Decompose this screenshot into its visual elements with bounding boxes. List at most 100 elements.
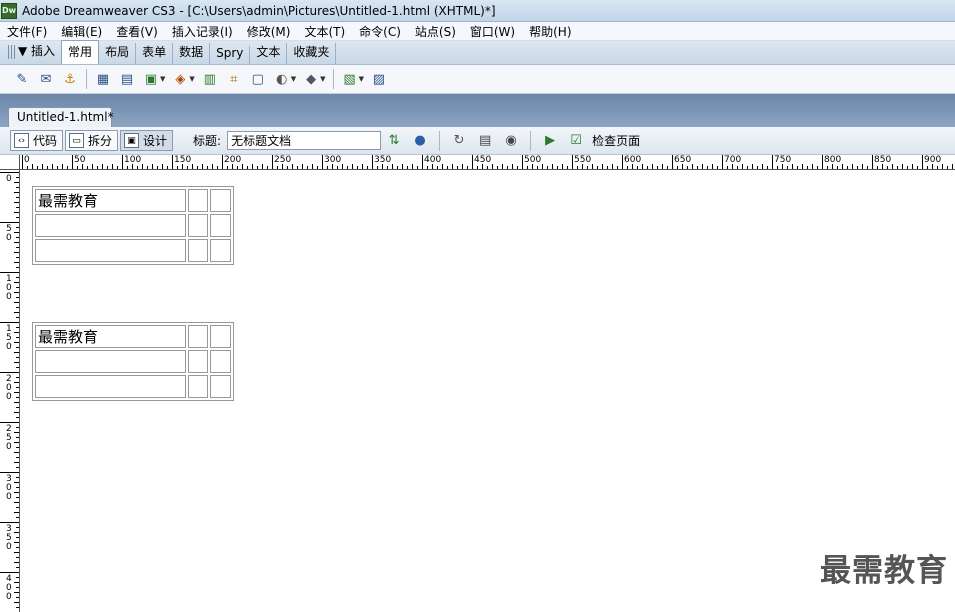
media-dropdown-arrow-icon[interactable]: ▼ — [189, 75, 194, 83]
ruler-tick — [922, 155, 923, 169]
tab-spry[interactable]: Spry — [210, 46, 251, 64]
ruler-tick — [102, 164, 103, 169]
page-title-input[interactable] — [227, 131, 382, 150]
ruler-tick — [617, 166, 618, 169]
preview-browser-icon[interactable]: ● — [410, 132, 430, 150]
table-cell[interactable] — [35, 214, 186, 237]
ruler-tick — [14, 592, 19, 593]
comment-icon[interactable]: ▢ — [249, 70, 267, 88]
script-dropdown-arrow-icon[interactable]: ▼ — [320, 75, 325, 83]
insert-panel-title[interactable]: ▼ 插入 — [18, 42, 55, 59]
template-dropdown-arrow-icon[interactable]: ▼ — [359, 75, 364, 83]
ruler-tick — [877, 166, 878, 169]
tab-forms[interactable]: 表单 — [136, 43, 174, 64]
table-cell[interactable] — [35, 375, 186, 398]
table-cell[interactable] — [188, 350, 208, 373]
menu-edit[interactable]: 编辑(E) — [54, 23, 109, 40]
table-cell[interactable] — [210, 375, 231, 398]
split-view-button[interactable]: ▭ 拆分 — [65, 130, 119, 151]
code-view-button[interactable]: ‹› 代码 — [10, 130, 64, 151]
image-dropdown-arrow-icon[interactable]: ▼ — [160, 75, 165, 83]
script-icon[interactable]: ◆ — [302, 70, 320, 88]
ruler-tick — [457, 166, 458, 169]
div-icon[interactable]: ▤ — [118, 70, 136, 88]
visual-aids-icon[interactable]: ◉ — [501, 132, 521, 150]
table-cell[interactable] — [210, 189, 231, 212]
image-icon[interactable]: ▣ — [142, 70, 160, 88]
file-management-icon[interactable]: ⇅ — [384, 132, 404, 150]
dreamweaver-app-icon[interactable]: Dw — [1, 2, 17, 19]
media-icon[interactable]: ◈ — [171, 70, 189, 88]
ruler-tick — [197, 166, 198, 169]
ruler-tick — [497, 166, 498, 169]
view-options-icon[interactable]: ▤ — [475, 132, 495, 150]
tab-layout[interactable]: 布局 — [99, 43, 137, 64]
table-cell[interactable]: 最需教育 — [35, 189, 186, 212]
validate-markup-icon[interactable]: ▶ — [540, 132, 560, 150]
menu-file[interactable]: 文件(F) — [0, 23, 54, 40]
check-page-button[interactable]: 检查页面 — [592, 132, 640, 149]
ruler-label: 800 — [824, 155, 842, 165]
tab-common[interactable]: 常用 — [61, 40, 100, 64]
table-cell[interactable] — [210, 239, 231, 262]
panel-grip-handle[interactable] — [8, 45, 16, 59]
design-table-2[interactable]: 最需教育 — [32, 322, 234, 401]
ruler-tick — [927, 166, 928, 169]
ruler-label: 850 — [874, 155, 892, 165]
ruler-tick — [897, 166, 898, 169]
menu-modify[interactable]: 修改(M) — [240, 23, 298, 40]
table-cell[interactable] — [210, 350, 231, 373]
server-include-icon[interactable]: ⌗ — [225, 70, 243, 88]
tag-chooser-icon[interactable]: ▨ — [370, 70, 388, 88]
design-table-1[interactable]: 最需教育 — [32, 186, 234, 265]
tab-favorites[interactable]: 收藏夹 — [287, 43, 337, 64]
head-icon[interactable]: ◐ — [273, 70, 291, 88]
design-view-button[interactable]: ▣ 设计 — [120, 130, 174, 151]
table-cell[interactable] — [188, 375, 208, 398]
table-cell[interactable] — [210, 214, 231, 237]
menu-window[interactable]: 窗口(W) — [463, 23, 522, 40]
table-cell[interactable] — [188, 189, 208, 212]
named-anchor-icon[interactable]: ⚓ — [61, 70, 79, 88]
ruler-tick — [14, 602, 19, 603]
template-icon[interactable]: ▧ — [341, 70, 359, 88]
ruler-tick — [16, 527, 19, 528]
ruler-tick — [502, 164, 503, 169]
ruler-label: 200 — [6, 374, 12, 402]
ruler-tick — [597, 166, 598, 169]
menu-text[interactable]: 文本(T) — [297, 23, 352, 40]
ruler-origin[interactable] — [0, 155, 20, 170]
table-cell[interactable] — [188, 325, 208, 348]
ruler-tick — [557, 166, 558, 169]
check-page-icon[interactable]: ☑ — [566, 132, 586, 150]
email-link-icon[interactable]: ✉ — [37, 70, 55, 88]
table-cell[interactable] — [188, 214, 208, 237]
date-icon[interactable]: ▥ — [201, 70, 219, 88]
table-cell[interactable] — [210, 325, 231, 348]
design-canvas[interactable]: 最需教育 最需教育 — [21, 171, 955, 612]
table-icon[interactable]: ▦ — [94, 70, 112, 88]
tab-data[interactable]: 数据 — [173, 43, 211, 64]
table-cell[interactable] — [35, 239, 186, 262]
ruler-tick — [137, 166, 138, 169]
table-cell[interactable] — [188, 239, 208, 262]
ruler-tick — [0, 322, 19, 323]
table-cell[interactable]: 最需教育 — [35, 325, 186, 348]
tab-text[interactable]: 文本 — [250, 43, 288, 64]
document-tab[interactable]: Untitled-1.html* — [8, 107, 114, 127]
ruler-tick — [322, 155, 323, 169]
vertical-ruler[interactable]: 0 50 100 150 200 250 300 350 400 — [0, 170, 20, 612]
ruler-tick — [717, 166, 718, 169]
menu-commands[interactable]: 命令(C) — [352, 23, 408, 40]
menu-insert[interactable]: 插入记录(I) — [165, 23, 240, 40]
hyperlink-icon[interactable]: ✎ — [13, 70, 31, 88]
menu-site[interactable]: 站点(S) — [408, 23, 463, 40]
head-dropdown-arrow-icon[interactable]: ▼ — [291, 75, 296, 83]
ruler-label: 900 — [924, 155, 942, 165]
horizontal-ruler[interactable]: 0 50 100 150 200 250 300 350 400 450 500 550 600 650 7… — [20, 155, 955, 170]
refresh-icon[interactable]: ↻ — [449, 132, 469, 150]
table-cell[interactable] — [35, 350, 186, 373]
ruler-tick — [422, 155, 423, 169]
menu-help[interactable]: 帮助(H) — [522, 23, 578, 40]
menu-view[interactable]: 查看(V) — [109, 23, 165, 40]
